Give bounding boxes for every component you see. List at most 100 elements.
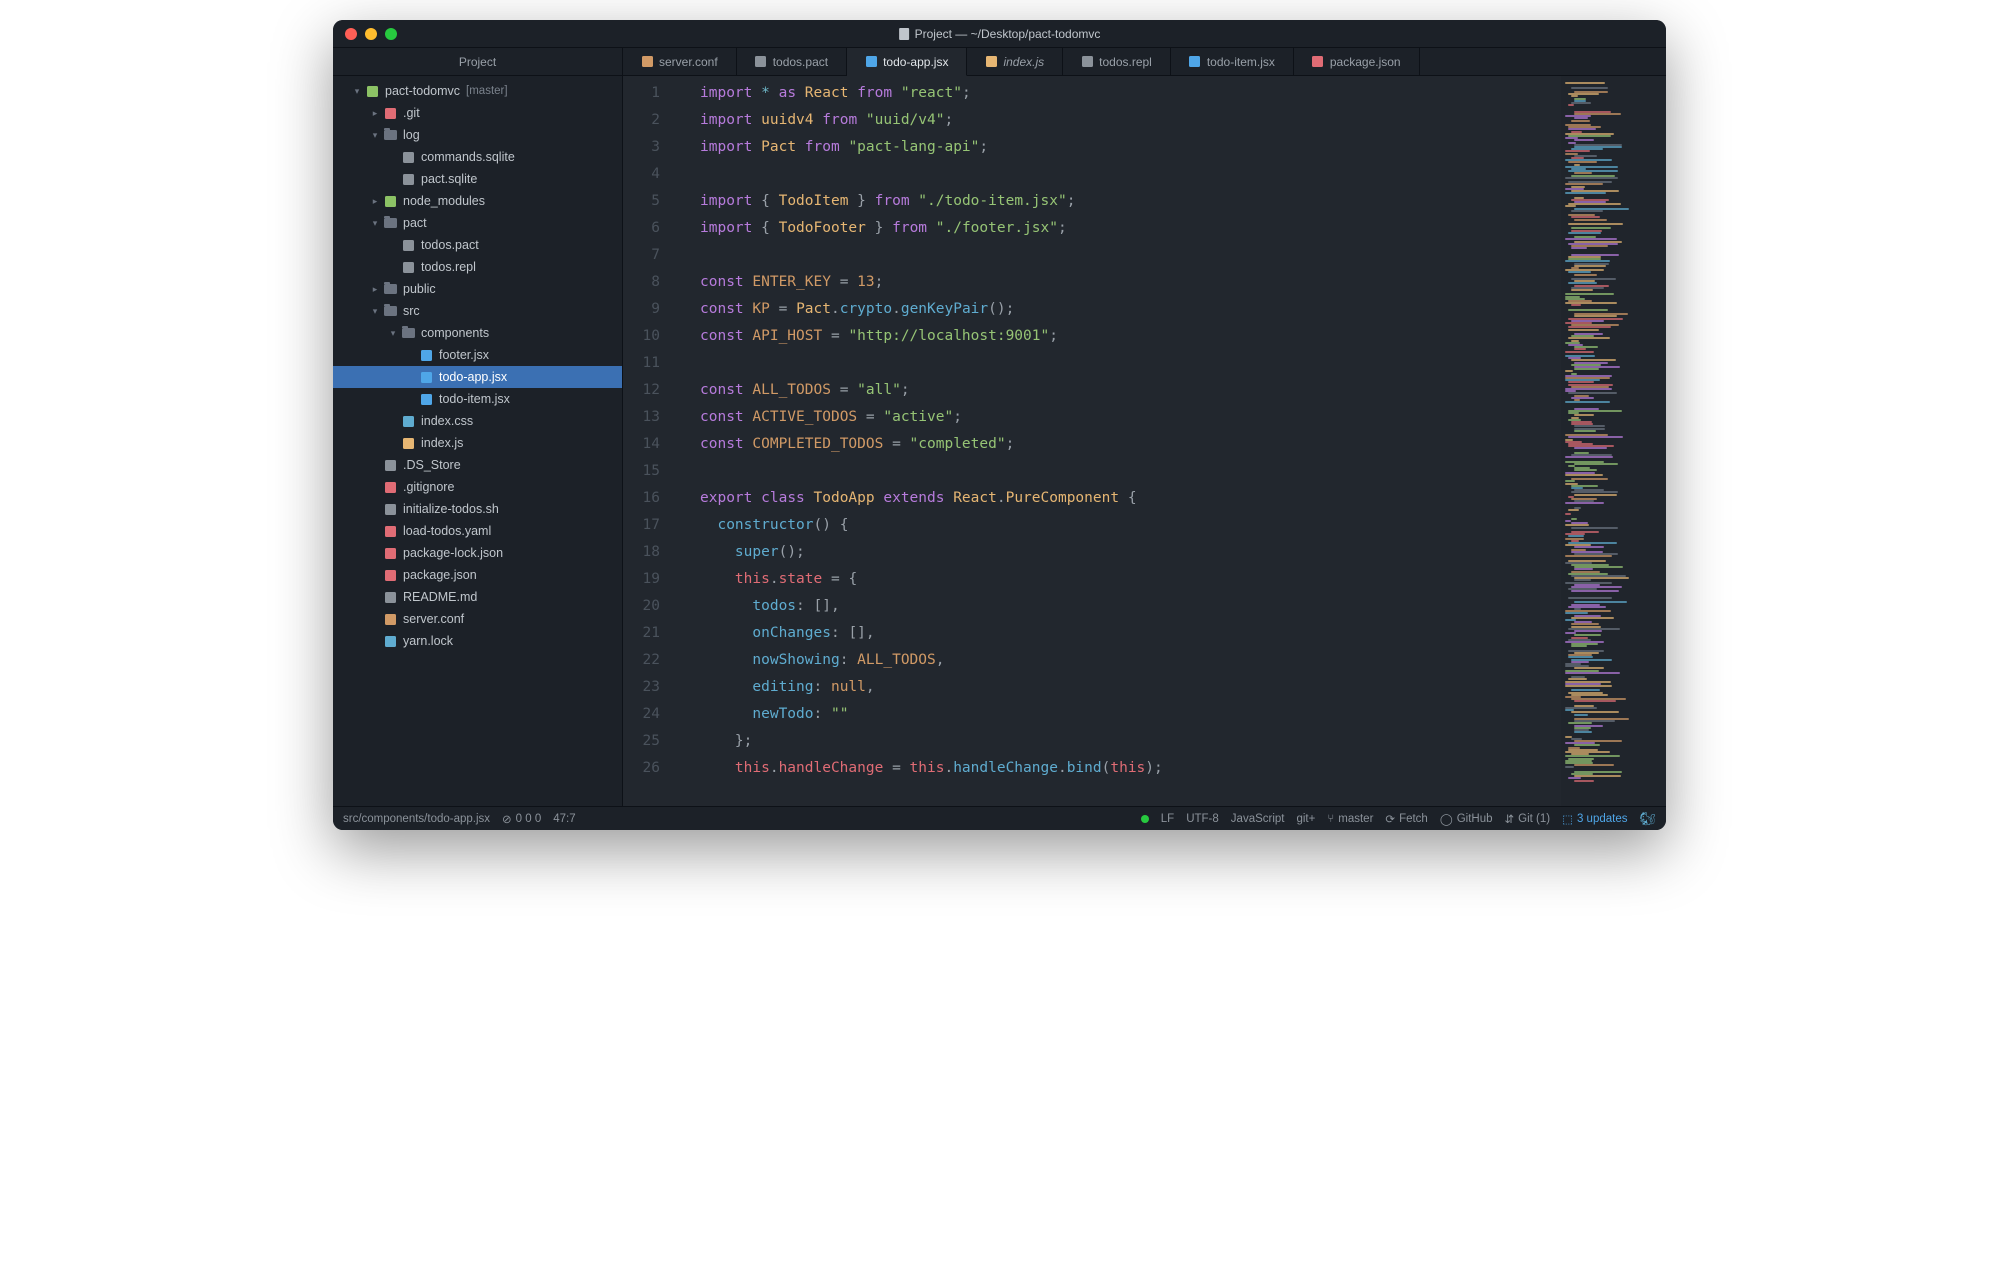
tree-item-node-modules[interactable]: ▸node_modules xyxy=(333,190,622,212)
tree-item-label: package-lock.json xyxy=(403,546,503,560)
node-icon xyxy=(383,194,397,208)
tab-todos-pact[interactable]: todos.pact xyxy=(737,48,847,75)
diagnostics[interactable]: ⊘ 0 0 0 xyxy=(502,812,541,826)
chevron-icon[interactable] xyxy=(369,525,381,537)
minimap[interactable] xyxy=(1561,76,1666,806)
tab-index-js[interactable]: index.js xyxy=(967,48,1063,75)
file-path[interactable]: src/components/todo-app.jsx xyxy=(343,813,490,825)
chevron-icon[interactable] xyxy=(369,459,381,471)
chevron-down-icon[interactable]: ▾ xyxy=(351,85,363,97)
sidebar: Project ▾ pact-todomvc [master] ▸.git▾lo… xyxy=(333,48,623,806)
chevron-icon[interactable] xyxy=(369,635,381,647)
jsx-icon xyxy=(865,56,877,68)
tree-item-server-conf[interactable]: server.conf xyxy=(333,608,622,630)
chevron-icon[interactable] xyxy=(387,261,399,273)
tree-item-package-lock-json[interactable]: package-lock.json xyxy=(333,542,622,564)
chevron-icon[interactable] xyxy=(405,349,417,361)
tree-item-index-js[interactable]: index.js xyxy=(333,432,622,454)
tree-item-readme-md[interactable]: README.md xyxy=(333,586,622,608)
tabs[interactable]: server.conftodos.pacttodo-app.jsxindex.j… xyxy=(623,48,1666,76)
chevron-icon[interactable]: ▾ xyxy=(369,305,381,317)
github[interactable]: ◯ GitHub xyxy=(1440,812,1493,826)
tree-item-index-css[interactable]: index.css xyxy=(333,410,622,432)
tree-item--ds-store[interactable]: .DS_Store xyxy=(333,454,622,476)
tab-server-conf[interactable]: server.conf xyxy=(623,48,737,75)
encoding[interactable]: UTF-8 xyxy=(1186,813,1219,825)
tree-item-commands-sqlite[interactable]: commands.sqlite xyxy=(333,146,622,168)
tree-item-initialize-todos-sh[interactable]: initialize-todos.sh xyxy=(333,498,622,520)
chevron-icon[interactable] xyxy=(369,547,381,559)
language[interactable]: JavaScript xyxy=(1231,813,1285,825)
sh-icon xyxy=(383,502,397,516)
chevron-icon[interactable] xyxy=(405,371,417,383)
tree-item-label: todos.repl xyxy=(421,260,476,274)
tab-todos-repl[interactable]: todos.repl xyxy=(1063,48,1171,75)
chevron-icon[interactable] xyxy=(369,481,381,493)
tree-item-todo-app-jsx[interactable]: todo-app.jsx xyxy=(333,366,622,388)
chevron-icon[interactable] xyxy=(387,239,399,251)
git-plus[interactable]: git+ xyxy=(1296,813,1315,825)
jsx-icon xyxy=(1189,56,1201,68)
tree-item-label: index.css xyxy=(421,414,473,428)
titlebar[interactable]: Project — ~/Desktop/pact-todomvc xyxy=(333,20,1666,48)
tree-root[interactable]: ▾ pact-todomvc [master] xyxy=(333,80,622,102)
tree-item-yarn-lock[interactable]: yarn.lock xyxy=(333,630,622,652)
tab-todo-app-jsx[interactable]: todo-app.jsx xyxy=(847,48,967,76)
tree-item--git[interactable]: ▸.git xyxy=(333,102,622,124)
minimize-window-button[interactable] xyxy=(365,28,377,40)
chevron-icon[interactable] xyxy=(387,173,399,185)
tree-item-label: commands.sqlite xyxy=(421,150,515,164)
jsx-icon xyxy=(419,392,433,406)
chevron-icon[interactable] xyxy=(387,415,399,427)
chevron-icon[interactable]: ▸ xyxy=(369,283,381,295)
tree-item-pact-sqlite[interactable]: pact.sqlite xyxy=(333,168,622,190)
fetch[interactable]: ⟳ Fetch xyxy=(1385,812,1427,826)
file-icon xyxy=(899,28,909,40)
updates[interactable]: ⬚ 3 updates xyxy=(1562,812,1627,826)
tree-item-log[interactable]: ▾log xyxy=(333,124,622,146)
tree-item-todos-pact[interactable]: todos.pact xyxy=(333,234,622,256)
editor[interactable]: 1234567891011121314151617181920212223242… xyxy=(623,76,1666,806)
tree-item-pact[interactable]: ▾ pact xyxy=(333,212,622,234)
chevron-icon[interactable]: ▸ xyxy=(369,195,381,207)
tree-item-public[interactable]: ▸public xyxy=(333,278,622,300)
zoom-window-button[interactable] xyxy=(385,28,397,40)
tree-item-package-json[interactable]: package.json xyxy=(333,564,622,586)
chevron-icon[interactable] xyxy=(369,569,381,581)
tree-item-src[interactable]: ▾src xyxy=(333,300,622,322)
close-window-button[interactable] xyxy=(345,28,357,40)
tree-item-todo-item-jsx[interactable]: todo-item.jsx xyxy=(333,388,622,410)
chevron-icon[interactable]: ▾ xyxy=(369,129,381,141)
branch-tag: [master] xyxy=(466,85,508,97)
chevron-icon[interactable] xyxy=(369,591,381,603)
chevron-icon[interactable] xyxy=(369,613,381,625)
file-tree[interactable]: ▾ pact-todomvc [master] ▸.git▾log command… xyxy=(333,76,622,806)
chevron-icon[interactable]: ▾ xyxy=(369,217,381,229)
git-count[interactable]: ⇵ Git (1) xyxy=(1505,812,1551,826)
chevron-icon[interactable] xyxy=(405,393,417,405)
tree-item-label: pact xyxy=(403,216,427,230)
tree-item-label: components xyxy=(421,326,489,340)
github-icon: ◯ xyxy=(1440,812,1453,826)
tab-todo-item-jsx[interactable]: todo-item.jsx xyxy=(1171,48,1294,75)
statusbar-left: src/components/todo-app.jsx ⊘ 0 0 0 47:7 xyxy=(343,812,576,826)
tree-item-components[interactable]: ▾ components xyxy=(333,322,622,344)
tree-item-load-todos-yaml[interactable]: load-todos.yaml xyxy=(333,520,622,542)
clean-status[interactable] xyxy=(1141,815,1149,823)
code[interactable]: import * as React from "react";import uu… xyxy=(678,76,1561,806)
chevron-icon[interactable] xyxy=(387,151,399,163)
chevron-icon[interactable]: ▾ xyxy=(387,327,399,339)
tree-item--gitignore[interactable]: .gitignore xyxy=(333,476,622,498)
tree-item-todos-repl[interactable]: todos.repl xyxy=(333,256,622,278)
chevron-icon[interactable] xyxy=(369,503,381,515)
tree-item-footer-jsx[interactable]: footer.jsx xyxy=(333,344,622,366)
line-ending[interactable]: LF xyxy=(1161,813,1174,825)
folder-icon xyxy=(401,326,415,340)
cursor-position[interactable]: 47:7 xyxy=(553,813,575,825)
squirrel-icon[interactable]: 🐿 xyxy=(1639,811,1656,827)
chevron-icon[interactable]: ▸ xyxy=(369,107,381,119)
gutter: 1234567891011121314151617181920212223242… xyxy=(623,76,678,806)
git-branch[interactable]: ⑂ master xyxy=(1327,813,1373,825)
tab-package-json[interactable]: package.json xyxy=(1294,48,1420,75)
chevron-icon[interactable] xyxy=(387,437,399,449)
